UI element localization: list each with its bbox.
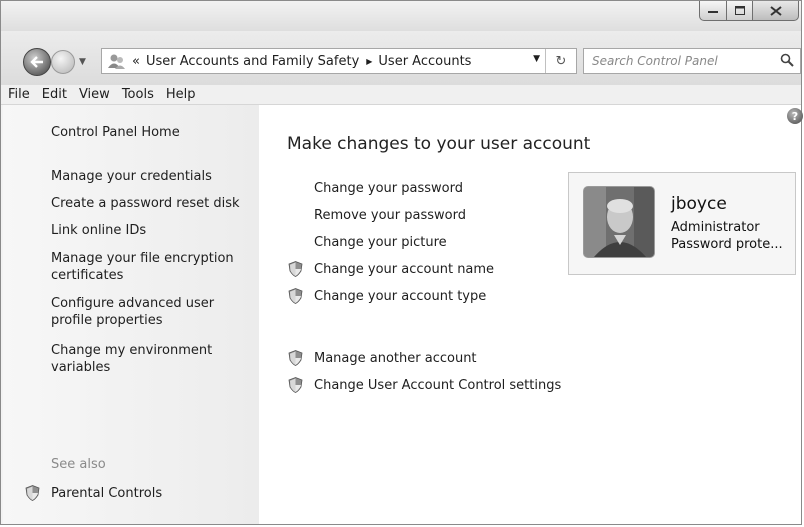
- task-manage-another-account[interactable]: Manage another account: [314, 351, 477, 366]
- breadcrumb-separator-icon[interactable]: ▶: [366, 57, 372, 66]
- menu-help[interactable]: Help: [166, 87, 196, 102]
- menu-view[interactable]: View: [79, 87, 110, 102]
- page-title: Make changes to your user account: [287, 134, 591, 154]
- task-change-account-name[interactable]: Change your account name: [314, 262, 494, 277]
- shield-icon: [288, 377, 303, 393]
- minimize-icon: [708, 10, 718, 13]
- recent-pages-dropdown[interactable]: ▼: [79, 57, 86, 67]
- refresh-button[interactable]: ↻: [545, 49, 576, 73]
- menu-bar: File Edit View Tools Help: [1, 85, 801, 105]
- avatar: [583, 186, 655, 258]
- task-remove-password[interactable]: Remove your password: [314, 208, 466, 223]
- user-accounts-icon: [108, 54, 125, 69]
- maximize-button[interactable]: [727, 1, 753, 21]
- close-button[interactable]: [753, 1, 799, 21]
- minimize-button[interactable]: [699, 1, 727, 21]
- caption-buttons: [699, 1, 799, 21]
- navigation-bar: ▼ « User Accounts and Family Safety ▶ Us…: [1, 31, 801, 85]
- shield-icon: [25, 485, 40, 501]
- task-change-picture[interactable]: Change your picture: [314, 235, 447, 250]
- left-navigation-pane: Control Panel Home Manage your credentia…: [3, 105, 259, 524]
- search-icon[interactable]: [780, 53, 794, 67]
- maximize-icon: [734, 6, 745, 15]
- address-bar[interactable]: « User Accounts and Family Safety ▶ User…: [101, 48, 577, 74]
- breadcrumb-item-user-accounts-and-family-safety[interactable]: User Accounts and Family Safety: [146, 54, 359, 69]
- user-account-card: jboyce Administrator Password prote...: [568, 172, 796, 275]
- sidebar-manage-file-encryption-certificates[interactable]: Manage your file encryption certificates: [51, 250, 251, 284]
- see-also-heading: See also: [51, 457, 106, 472]
- control-panel-window: ▼ « User Accounts and Family Safety ▶ Us…: [0, 0, 803, 525]
- address-dropdown-icon[interactable]: ▼: [533, 54, 540, 64]
- sidebar-manage-credentials[interactable]: Manage your credentials: [51, 168, 251, 185]
- forward-button[interactable]: [51, 50, 75, 74]
- sidebar-create-password-reset-disk[interactable]: Create a password reset disk: [51, 195, 251, 212]
- menu-file[interactable]: File: [8, 87, 30, 102]
- shield-icon: [288, 261, 303, 277]
- close-icon: [769, 5, 782, 16]
- back-arrow-icon: [30, 56, 43, 68]
- main-content: ? Make changes to your user account Chan…: [259, 105, 803, 524]
- breadcrumb-overflow[interactable]: «: [132, 54, 140, 69]
- task-change-uac-settings[interactable]: Change User Account Control settings: [314, 378, 561, 393]
- shield-icon: [288, 288, 303, 304]
- shield-icon: [288, 350, 303, 366]
- help-icon[interactable]: ?: [787, 108, 803, 124]
- title-bar: [1, 1, 801, 31]
- sidebar-control-panel-home[interactable]: Control Panel Home: [51, 124, 251, 141]
- back-button[interactable]: [23, 48, 51, 76]
- user-role: Administrator: [671, 220, 760, 235]
- parental-controls-link[interactable]: Parental Controls: [51, 486, 162, 501]
- sidebar-configure-advanced-profile[interactable]: Configure advanced user profile properti…: [51, 295, 251, 329]
- user-password-status: Password prote...: [671, 237, 783, 252]
- menu-edit[interactable]: Edit: [42, 87, 67, 102]
- task-change-password[interactable]: Change your password: [314, 181, 463, 196]
- search-placeholder: Search Control Panel: [592, 54, 718, 68]
- sidebar-change-environment-variables[interactable]: Change my environment variables: [51, 342, 251, 376]
- sidebar-link-online-ids[interactable]: Link online IDs: [51, 222, 251, 239]
- task-change-account-type[interactable]: Change your account type: [314, 289, 486, 304]
- menu-tools[interactable]: Tools: [122, 87, 154, 102]
- breadcrumb-item-user-accounts[interactable]: User Accounts: [378, 54, 471, 69]
- user-photo-icon: [584, 187, 654, 257]
- search-input[interactable]: Search Control Panel: [583, 48, 801, 74]
- user-name: jboyce: [671, 194, 727, 214]
